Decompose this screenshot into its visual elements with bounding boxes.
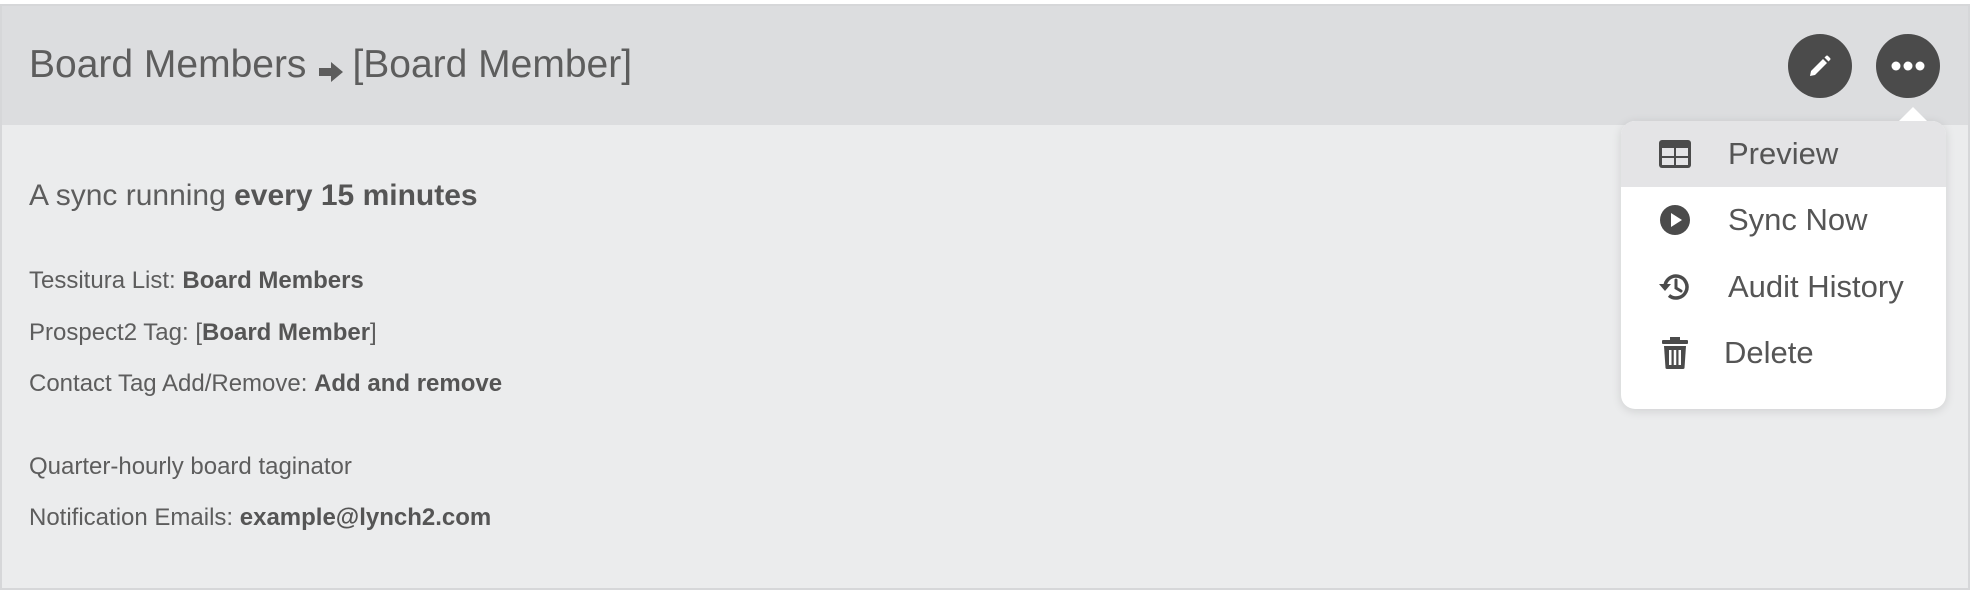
field-label: Prospect2 Tag: xyxy=(29,319,196,346)
table-icon xyxy=(1657,136,1693,172)
menu-item-delete[interactable]: Delete xyxy=(1621,320,1946,386)
sync-description: Quarter-hourly board taginator xyxy=(29,453,352,480)
bracket-open: [ xyxy=(195,319,202,346)
more-options-button[interactable] xyxy=(1876,34,1940,98)
sync-summary: A sync running every 15 minutes xyxy=(29,179,478,213)
menu-item-sync-now[interactable]: Sync Now xyxy=(1621,187,1946,253)
title-target: [Board Member] xyxy=(352,43,633,86)
menu-item-preview[interactable]: Preview xyxy=(1621,121,1946,187)
field-notification-emails: Notification Emails: example@lynch2.com xyxy=(29,504,491,532)
edit-button[interactable] xyxy=(1788,34,1852,98)
history-icon xyxy=(1657,269,1693,305)
bracket-close: ] xyxy=(370,319,377,346)
field-prospect2-tag: Prospect2 Tag: [Board Member] xyxy=(29,319,377,347)
menu-item-label: Sync Now xyxy=(1728,202,1868,237)
summary-prefix: A sync running xyxy=(29,179,235,212)
arrow-right-icon xyxy=(316,50,346,82)
menu-item-label: Preview xyxy=(1728,136,1839,171)
play-circle-icon xyxy=(1657,202,1693,238)
menu-item-label: Delete xyxy=(1724,335,1814,370)
more-options-menu: Preview Sync Now Audit History Delete xyxy=(1621,107,1946,409)
pencil-icon xyxy=(1807,53,1833,79)
field-contact-tag: Contact Tag Add/Remove: Add and remove xyxy=(29,370,502,398)
card-header: Board Members [Board Member] xyxy=(2,6,1968,125)
sync-frequency: every 15 minutes xyxy=(234,179,478,212)
field-value: Board Member xyxy=(202,319,371,346)
menu-caret xyxy=(1899,107,1927,121)
field-label: Tessitura List: xyxy=(29,267,183,294)
field-value: Add and remove xyxy=(314,370,503,397)
field-label: Notification Emails: xyxy=(29,504,240,531)
menu-item-label: Audit History xyxy=(1728,269,1904,304)
menu-item-audit-history[interactable]: Audit History xyxy=(1621,254,1946,320)
ellipsis-icon xyxy=(1891,61,1925,71)
trash-icon xyxy=(1657,335,1693,371)
title-source: Board Members xyxy=(29,43,307,86)
field-value: example@lynch2.com xyxy=(239,504,492,531)
field-tessitura-list: Tessitura List: Board Members xyxy=(29,267,364,295)
sync-title: Board Members [Board Member] xyxy=(29,40,632,90)
field-label: Contact Tag Add/Remove: xyxy=(29,370,315,397)
field-value: Board Members xyxy=(182,267,364,294)
